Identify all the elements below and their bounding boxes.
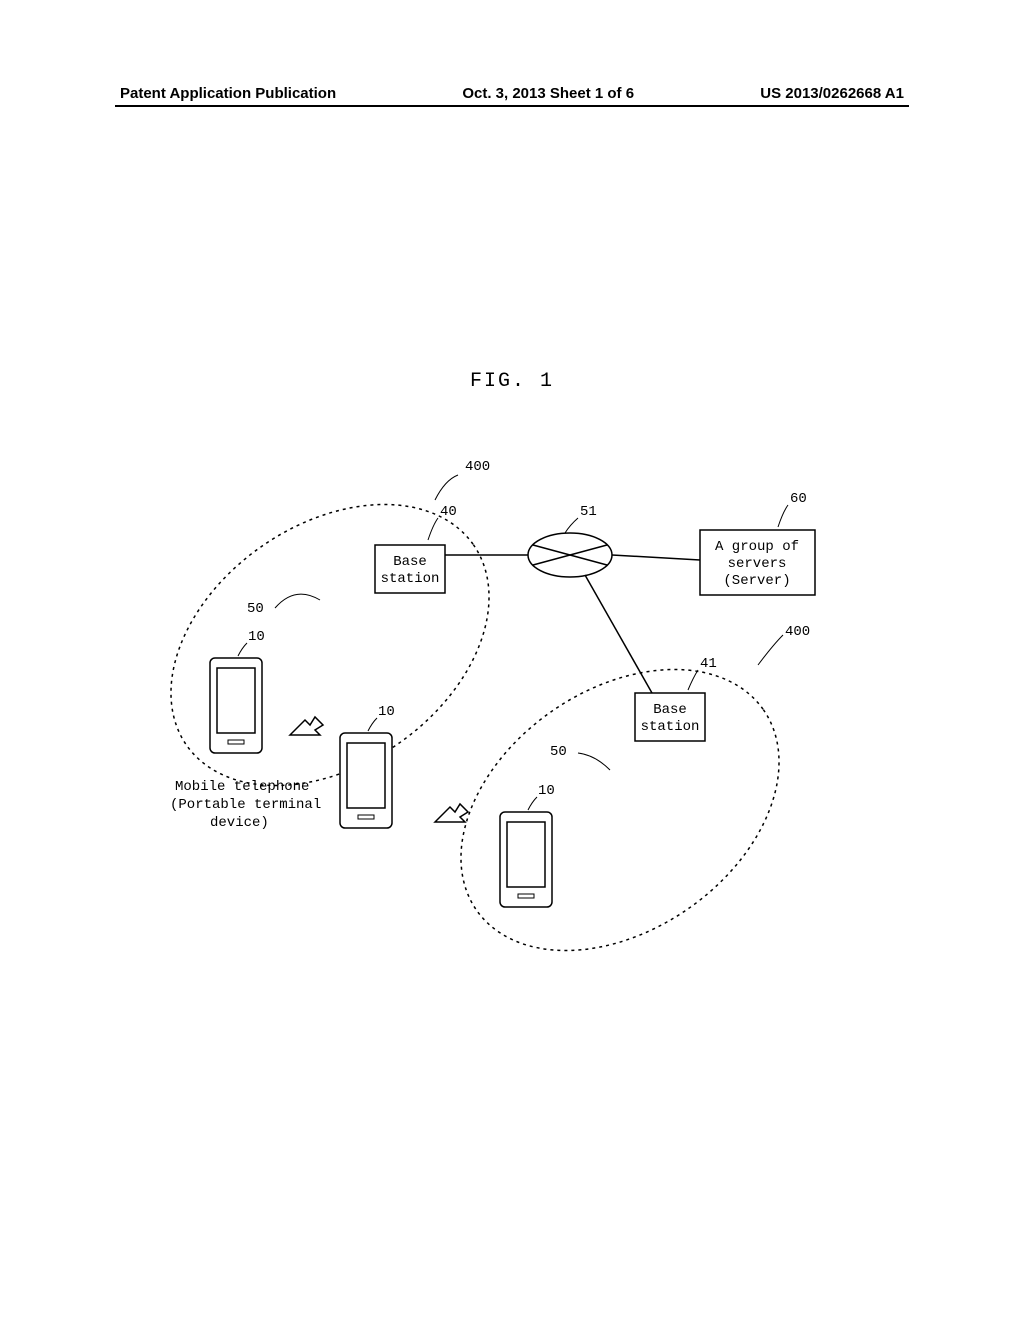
ref-50-b: 50 (550, 744, 567, 760)
leader-41 (688, 670, 698, 690)
leader-50-b (578, 753, 610, 770)
base-station-41-text2: station (641, 719, 700, 735)
mobile-label-2: (Portable terminal (170, 797, 321, 813)
leader-60 (778, 505, 788, 527)
ref-51: 51 (580, 504, 597, 520)
zone-400-right (408, 611, 832, 990)
leader-10-b (368, 718, 377, 731)
ref-41: 41 (700, 656, 717, 672)
ref-400-b: 400 (785, 624, 810, 640)
ref-10-c: 10 (538, 783, 555, 799)
ref-60: 60 (790, 491, 807, 507)
phone-10-a (210, 658, 262, 753)
leader-10-a (238, 643, 247, 656)
phone-10-c (500, 812, 552, 907)
ref-50-a: 50 (247, 601, 264, 617)
leader-400-a (435, 475, 458, 500)
leader-50-a (275, 594, 320, 608)
leader-400-b (758, 635, 783, 665)
ref-400-a: 400 (465, 459, 490, 475)
header-center: Oct. 3, 2013 Sheet 1 of 6 (462, 85, 634, 102)
base-station-41-text1: Base (653, 702, 687, 718)
phone-10-b (340, 733, 392, 828)
leader-51 (565, 518, 578, 533)
ref-10-b: 10 (378, 704, 395, 720)
ref-40: 40 (440, 504, 457, 520)
mobile-label-1: Mobile telephone (175, 779, 309, 795)
network-diagram: 400 400 Base station 40 Base station 41 … (140, 440, 880, 990)
arrow-1 (290, 717, 323, 735)
leader-40 (428, 518, 438, 540)
leader-10-c (528, 797, 537, 810)
servers-text3: (Server) (723, 573, 790, 589)
ref-10-a: 10 (248, 629, 265, 645)
mobile-label-3: device) (210, 815, 269, 831)
header-right: US 2013/0262668 A1 (760, 85, 904, 102)
header-left: Patent Application Publication (120, 85, 336, 102)
header-divider (115, 105, 909, 107)
figure-label: FIG. 1 (470, 370, 554, 393)
base-station-40-text2: station (381, 571, 440, 587)
arrow-2 (435, 804, 468, 822)
connection-51-60 (612, 555, 700, 560)
servers-text1: A group of (715, 539, 799, 555)
servers-text2: servers (728, 556, 787, 572)
connection-51-41 (585, 575, 652, 693)
base-station-40-text1: Base (393, 554, 427, 570)
